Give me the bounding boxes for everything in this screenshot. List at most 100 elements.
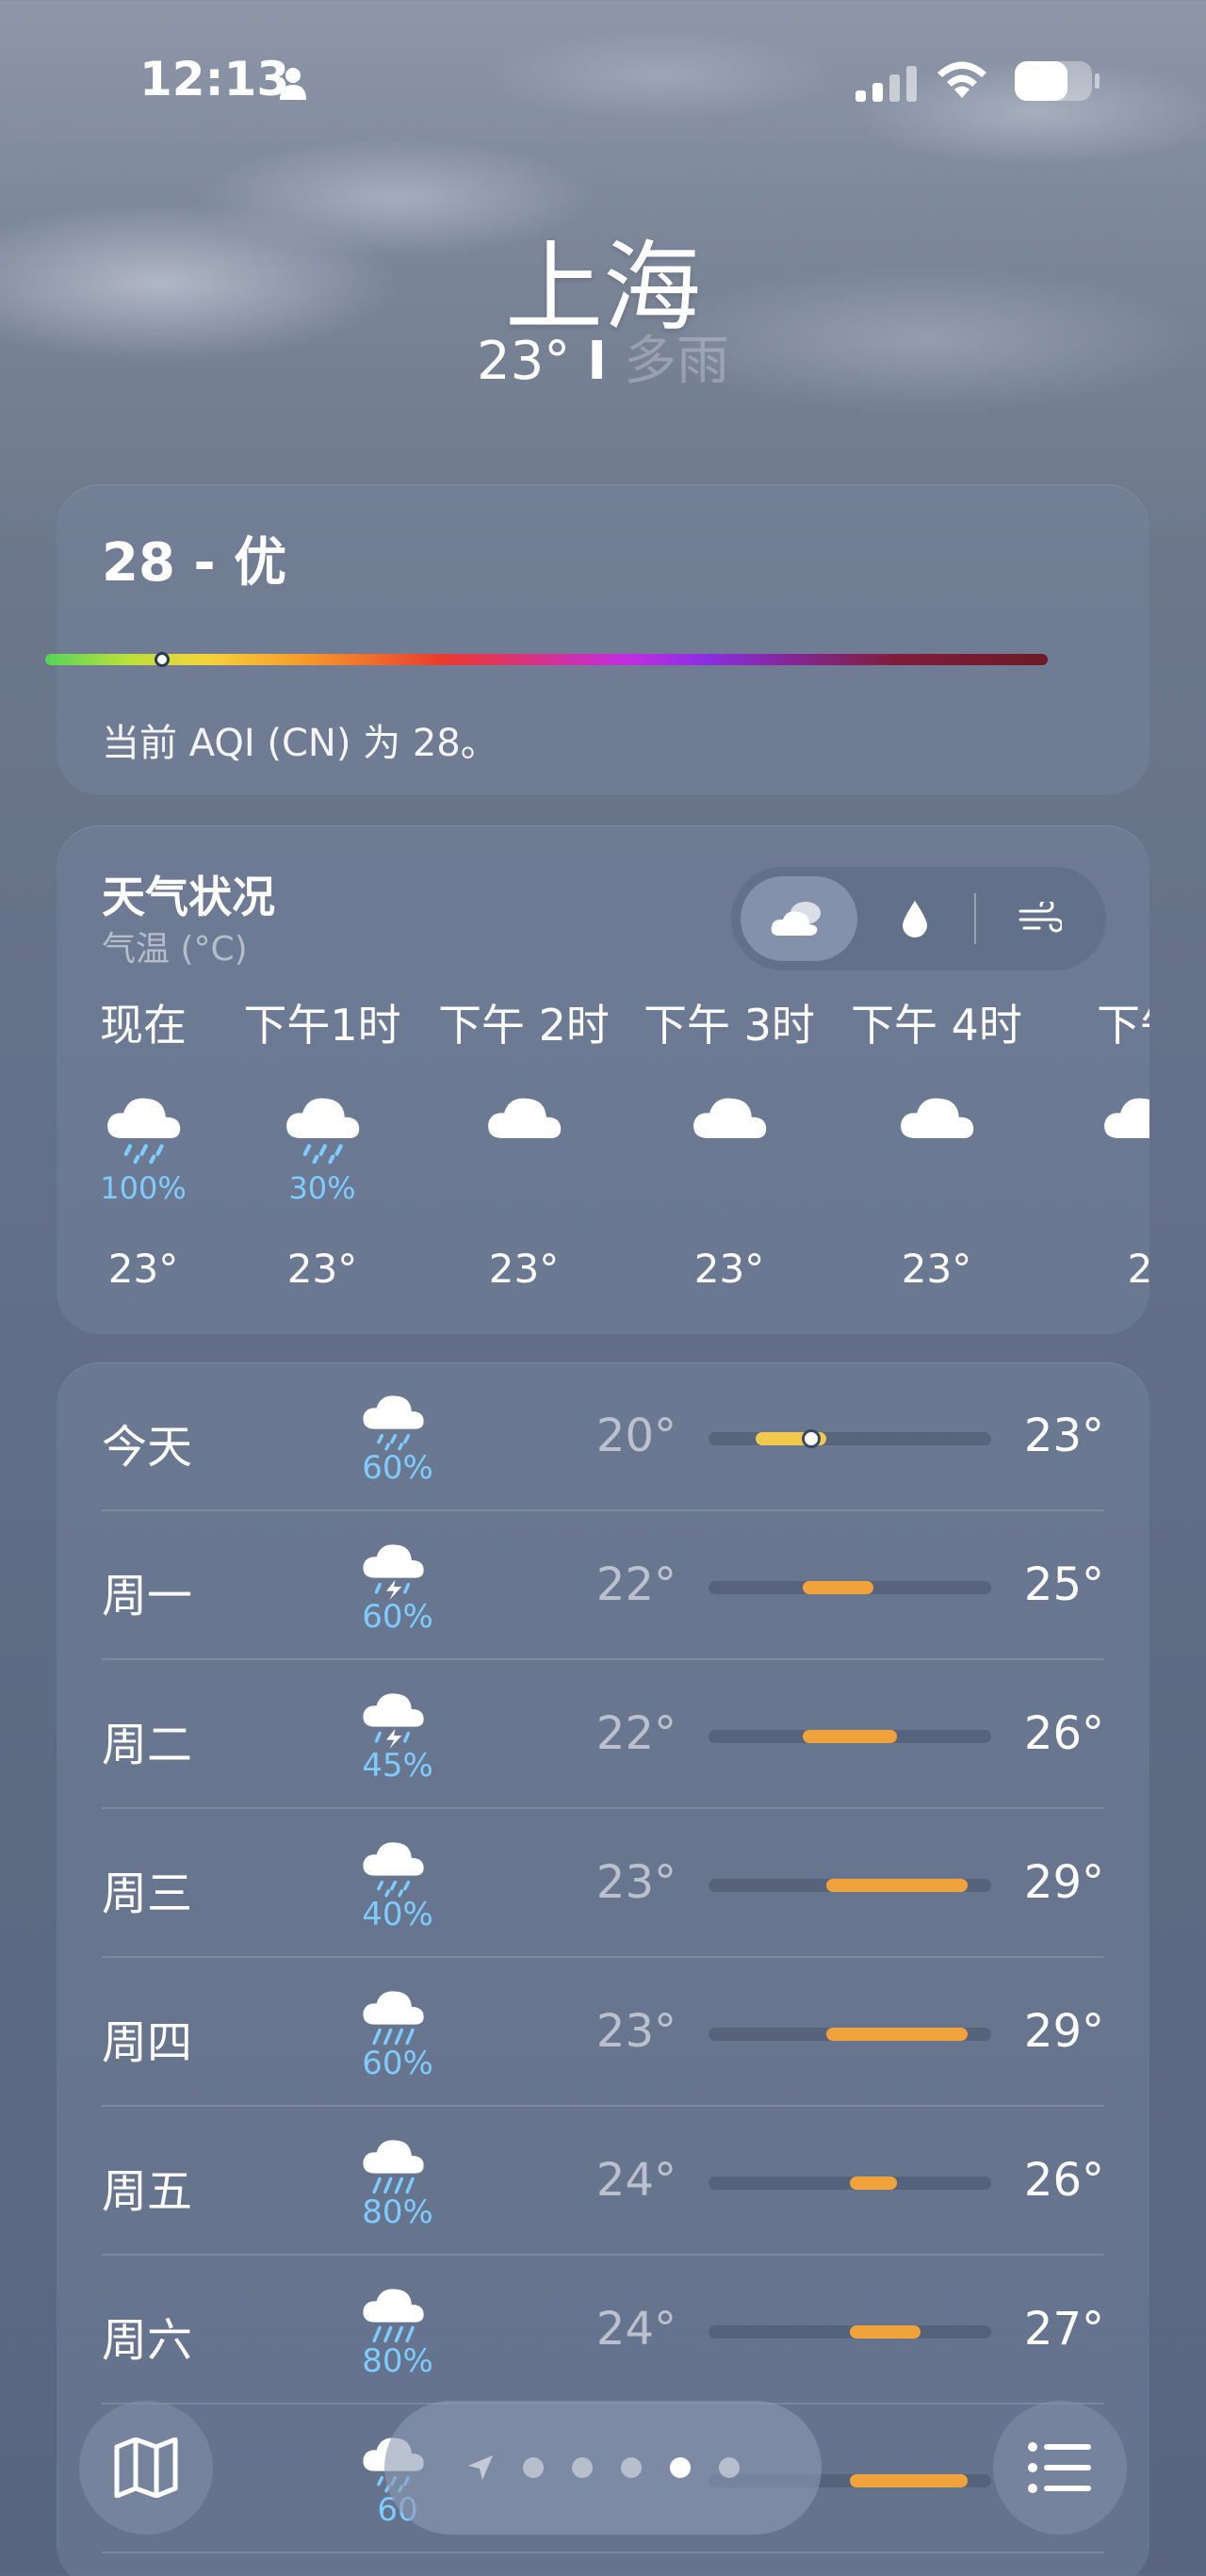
droplet-icon — [903, 901, 927, 937]
day-low: 20° — [595, 1410, 676, 1462]
daily-row[interactable]: 周三 40% 23° 29° — [102, 1809, 1104, 1958]
cloud-icon — [1104, 1098, 1149, 1138]
daily-row[interactable]: 周一 60% 22° 25° — [102, 1511, 1104, 1660]
aqi-title: 28 - 优 — [102, 532, 287, 594]
day-low: 22° — [595, 1707, 676, 1760]
hour-precip — [1046, 1170, 1149, 1212]
hour-icon-wrap — [1046, 1085, 1149, 1170]
day-icon-wrap — [360, 2278, 435, 2344]
person-icon — [280, 68, 306, 100]
day-high: 23° — [1023, 1410, 1104, 1462]
hour-column: 下午 4时 23° — [842, 991, 1031, 1292]
hour-icon-wrap — [228, 1085, 416, 1170]
daily-forecast-card[interactable]: 今天 60% 20° 23° 周一 60% 22° 25° 周二 45% 22° 26° 周三 40% 23… — [57, 1362, 1149, 2576]
day-low: 23° — [595, 1856, 676, 1909]
cloud-icon — [693, 1098, 767, 1138]
pager-dots — [523, 2457, 740, 2478]
rain-cloud-icon — [286, 1098, 360, 1165]
day-icon-wrap — [360, 1385, 435, 1451]
daily-row[interactable]: 周四 60% 23° 29° — [102, 1958, 1104, 2107]
segment-wind[interactable] — [986, 876, 1095, 961]
rain-cloud-icon — [107, 1098, 181, 1165]
temp-range-track — [709, 1730, 991, 1743]
segment-conditions[interactable] — [741, 876, 857, 961]
hourly-title: 天气状况 — [102, 872, 275, 922]
day-icon-wrap — [360, 1534, 435, 1600]
hour-precip: 30% — [288, 1170, 356, 1206]
heavy-rain-icon — [363, 2140, 424, 2194]
hour-column: 下午 2 — [1046, 991, 1149, 1292]
temp-range-track — [709, 2325, 991, 2339]
daily-row[interactable]: 今天 60% 20° 23° — [102, 1362, 1104, 1511]
day-name: 周四 — [102, 2016, 193, 2069]
conditions-separator: I — [587, 331, 608, 392]
day-high: 29° — [1023, 2005, 1104, 2058]
location-arrow-icon — [468, 2455, 493, 2480]
daily-row[interactable]: 周六 80% 24° 27° — [102, 2256, 1104, 2405]
day-low: 24° — [595, 2154, 676, 2207]
hour-temp: 23° — [488, 1246, 560, 1292]
day-icon-wrap — [360, 1832, 435, 1898]
temp-range-track — [709, 1429, 991, 1448]
partly-cloudy-icon — [771, 902, 821, 936]
daily-row[interactable]: 周五 80% 24° 26° — [102, 2107, 1104, 2256]
hour-label: 下午 2时 — [438, 1000, 610, 1051]
temp-range-track — [709, 2177, 991, 2190]
day-high: 29° — [1023, 1856, 1104, 1909]
day-precip: 40% — [362, 1896, 433, 1933]
location-pager[interactable] — [384, 2401, 822, 2535]
cloud-icon — [488, 1098, 562, 1138]
hour-column: 现在 100% 23° — [57, 991, 237, 1292]
temp-range-fill — [850, 2177, 897, 2190]
hour-column: 下午1时 30% 23° — [228, 991, 416, 1292]
current-conditions: 23° I 多雨 — [0, 318, 1206, 395]
pager-dot[interactable] — [719, 2457, 740, 2478]
hour-temp: 2 — [1127, 1246, 1149, 1292]
current-temp-dot — [802, 1429, 821, 1448]
hour-temp: 23° — [693, 1246, 765, 1292]
thunderstorm-icon — [363, 1544, 424, 1600]
hour-label: 下午1时 — [243, 1000, 401, 1051]
hour-label: 现在 — [100, 1000, 187, 1051]
heavy-rain-icon — [363, 2289, 424, 2343]
hour-precip — [842, 1170, 1031, 1212]
aqi-marker — [155, 652, 170, 667]
pager-dot[interactable] — [523, 2457, 544, 2478]
wind-icon — [1019, 902, 1062, 933]
day-low: 23° — [595, 2005, 676, 2058]
hourly-forecast-card[interactable]: 天气状况 气温 (°C) 现在 100% 23° 下午1时 30% 23° 下午… — [57, 825, 1149, 1334]
day-name: 周三 — [102, 1867, 193, 1920]
segment-precipitation[interactable] — [863, 876, 967, 961]
day-high: 26° — [1023, 1707, 1104, 1760]
metric-segmented-control — [731, 867, 1106, 970]
hour-column: 下午 3时 23° — [635, 991, 823, 1292]
pager-dot[interactable] — [670, 2457, 691, 2478]
hour-icon-wrap — [57, 1085, 237, 1170]
hour-column: 下午 2时 23° — [430, 991, 618, 1292]
day-icon-wrap — [360, 2129, 435, 2195]
day-icon-wrap — [360, 1981, 435, 2046]
hour-precip — [635, 1170, 823, 1212]
rain-cloud-icon — [363, 1842, 424, 1898]
temp-range-track — [709, 1581, 991, 1594]
day-precip: 80% — [362, 2342, 433, 2380]
heavy-rain-icon — [363, 1991, 424, 2046]
pager-dot[interactable] — [621, 2457, 642, 2478]
day-precip: 45% — [362, 1747, 433, 1785]
thunderstorm-icon — [363, 1693, 424, 1749]
map-icon — [114, 2437, 178, 2498]
temp-range-fill — [850, 2325, 921, 2339]
status-time: 12:13 — [139, 52, 290, 106]
map-button[interactable] — [79, 2401, 213, 2535]
daily-row[interactable]: 周二 45% 22° 26° — [102, 1660, 1104, 1809]
aqi-card[interactable]: 28 - 优 当前 AQI (CN) 为 28。 — [57, 484, 1149, 795]
temp-range-track — [709, 2028, 991, 2041]
day-low: 24° — [595, 2303, 676, 2356]
hour-temp: 23° — [107, 1246, 179, 1292]
pager-dot[interactable] — [572, 2457, 593, 2478]
day-precip: 60% — [362, 2045, 433, 2082]
battery-icon — [1015, 61, 1100, 101]
city-list-button[interactable] — [993, 2401, 1127, 2535]
day-precip: 60% — [362, 1449, 433, 1487]
day-low: 22° — [595, 1558, 676, 1611]
